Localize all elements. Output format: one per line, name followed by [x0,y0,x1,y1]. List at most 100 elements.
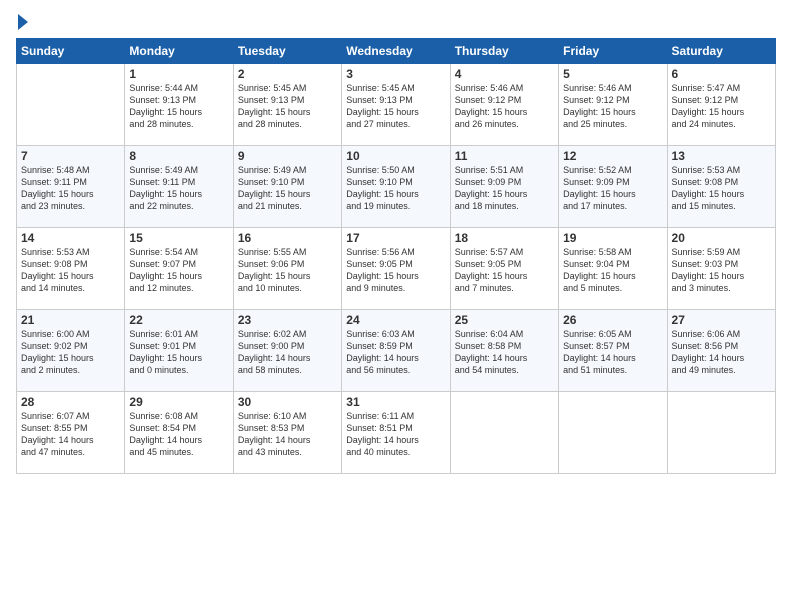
day-number: 21 [21,313,120,327]
day-number: 4 [455,67,554,81]
cell-info: Sunrise: 5:45 AMSunset: 9:13 PMDaylight:… [238,82,337,131]
cell-info: Sunrise: 6:08 AMSunset: 8:54 PMDaylight:… [129,410,228,459]
cell-info: Sunrise: 5:46 AMSunset: 9:12 PMDaylight:… [563,82,662,131]
day-number: 11 [455,149,554,163]
cell-info: Sunrise: 6:03 AMSunset: 8:59 PMDaylight:… [346,328,445,377]
cell-info: Sunrise: 6:07 AMSunset: 8:55 PMDaylight:… [21,410,120,459]
cell-info: Sunrise: 5:54 AMSunset: 9:07 PMDaylight:… [129,246,228,295]
calendar-day-header: Friday [559,39,667,64]
day-number: 26 [563,313,662,327]
calendar-cell: 16Sunrise: 5:55 AMSunset: 9:06 PMDayligh… [233,228,341,310]
cell-info: Sunrise: 5:59 AMSunset: 9:03 PMDaylight:… [672,246,771,295]
calendar-cell [559,392,667,474]
calendar-day-header: Monday [125,39,233,64]
day-number: 9 [238,149,337,163]
cell-info: Sunrise: 6:00 AMSunset: 9:02 PMDaylight:… [21,328,120,377]
day-number: 1 [129,67,228,81]
day-number: 18 [455,231,554,245]
cell-info: Sunrise: 6:04 AMSunset: 8:58 PMDaylight:… [455,328,554,377]
cell-info: Sunrise: 5:57 AMSunset: 9:05 PMDaylight:… [455,246,554,295]
calendar-cell: 15Sunrise: 5:54 AMSunset: 9:07 PMDayligh… [125,228,233,310]
calendar-cell: 11Sunrise: 5:51 AMSunset: 9:09 PMDayligh… [450,146,558,228]
calendar-cell: 3Sunrise: 5:45 AMSunset: 9:13 PMDaylight… [342,64,450,146]
cell-info: Sunrise: 6:06 AMSunset: 8:56 PMDaylight:… [672,328,771,377]
calendar-header-row: SundayMondayTuesdayWednesdayThursdayFrid… [17,39,776,64]
cell-info: Sunrise: 6:11 AMSunset: 8:51 PMDaylight:… [346,410,445,459]
calendar-cell: 31Sunrise: 6:11 AMSunset: 8:51 PMDayligh… [342,392,450,474]
cell-info: Sunrise: 6:10 AMSunset: 8:53 PMDaylight:… [238,410,337,459]
calendar-cell [450,392,558,474]
day-number: 22 [129,313,228,327]
calendar-cell: 7Sunrise: 5:48 AMSunset: 9:11 PMDaylight… [17,146,125,228]
cell-info: Sunrise: 6:02 AMSunset: 9:00 PMDaylight:… [238,328,337,377]
page: SundayMondayTuesdayWednesdayThursdayFrid… [0,0,792,612]
calendar-week-row: 7Sunrise: 5:48 AMSunset: 9:11 PMDaylight… [17,146,776,228]
calendar-cell: 22Sunrise: 6:01 AMSunset: 9:01 PMDayligh… [125,310,233,392]
cell-info: Sunrise: 5:52 AMSunset: 9:09 PMDaylight:… [563,164,662,213]
day-number: 8 [129,149,228,163]
day-number: 28 [21,395,120,409]
day-number: 25 [455,313,554,327]
day-number: 3 [346,67,445,81]
calendar-cell: 21Sunrise: 6:00 AMSunset: 9:02 PMDayligh… [17,310,125,392]
calendar-day-header: Tuesday [233,39,341,64]
calendar-cell: 6Sunrise: 5:47 AMSunset: 9:12 PMDaylight… [667,64,775,146]
logo-arrow-icon [18,14,28,30]
calendar-cell: 12Sunrise: 5:52 AMSunset: 9:09 PMDayligh… [559,146,667,228]
cell-info: Sunrise: 5:58 AMSunset: 9:04 PMDaylight:… [563,246,662,295]
calendar-cell [17,64,125,146]
cell-info: Sunrise: 5:48 AMSunset: 9:11 PMDaylight:… [21,164,120,213]
logo [16,12,28,30]
calendar-cell: 30Sunrise: 6:10 AMSunset: 8:53 PMDayligh… [233,392,341,474]
calendar-cell: 1Sunrise: 5:44 AMSunset: 9:13 PMDaylight… [125,64,233,146]
day-number: 17 [346,231,445,245]
calendar-cell: 2Sunrise: 5:45 AMSunset: 9:13 PMDaylight… [233,64,341,146]
calendar-week-row: 1Sunrise: 5:44 AMSunset: 9:13 PMDaylight… [17,64,776,146]
day-number: 2 [238,67,337,81]
calendar-week-row: 28Sunrise: 6:07 AMSunset: 8:55 PMDayligh… [17,392,776,474]
calendar-cell: 27Sunrise: 6:06 AMSunset: 8:56 PMDayligh… [667,310,775,392]
day-number: 30 [238,395,337,409]
cell-info: Sunrise: 6:05 AMSunset: 8:57 PMDaylight:… [563,328,662,377]
calendar-cell: 4Sunrise: 5:46 AMSunset: 9:12 PMDaylight… [450,64,558,146]
day-number: 24 [346,313,445,327]
calendar-cell: 14Sunrise: 5:53 AMSunset: 9:08 PMDayligh… [17,228,125,310]
calendar-cell: 24Sunrise: 6:03 AMSunset: 8:59 PMDayligh… [342,310,450,392]
calendar-cell: 29Sunrise: 6:08 AMSunset: 8:54 PMDayligh… [125,392,233,474]
calendar-cell [667,392,775,474]
header [16,12,776,30]
day-number: 27 [672,313,771,327]
cell-info: Sunrise: 5:51 AMSunset: 9:09 PMDaylight:… [455,164,554,213]
cell-info: Sunrise: 5:44 AMSunset: 9:13 PMDaylight:… [129,82,228,131]
calendar-day-header: Wednesday [342,39,450,64]
calendar-cell: 25Sunrise: 6:04 AMSunset: 8:58 PMDayligh… [450,310,558,392]
calendar-cell: 5Sunrise: 5:46 AMSunset: 9:12 PMDaylight… [559,64,667,146]
calendar-cell: 28Sunrise: 6:07 AMSunset: 8:55 PMDayligh… [17,392,125,474]
calendar-day-header: Sunday [17,39,125,64]
day-number: 15 [129,231,228,245]
day-number: 20 [672,231,771,245]
cell-info: Sunrise: 5:55 AMSunset: 9:06 PMDaylight:… [238,246,337,295]
cell-info: Sunrise: 5:53 AMSunset: 9:08 PMDaylight:… [672,164,771,213]
cell-info: Sunrise: 5:45 AMSunset: 9:13 PMDaylight:… [346,82,445,131]
cell-info: Sunrise: 5:49 AMSunset: 9:11 PMDaylight:… [129,164,228,213]
calendar-cell: 8Sunrise: 5:49 AMSunset: 9:11 PMDaylight… [125,146,233,228]
calendar-cell: 26Sunrise: 6:05 AMSunset: 8:57 PMDayligh… [559,310,667,392]
calendar-cell: 9Sunrise: 5:49 AMSunset: 9:10 PMDaylight… [233,146,341,228]
calendar-day-header: Saturday [667,39,775,64]
cell-info: Sunrise: 5:47 AMSunset: 9:12 PMDaylight:… [672,82,771,131]
calendar-cell: 18Sunrise: 5:57 AMSunset: 9:05 PMDayligh… [450,228,558,310]
cell-info: Sunrise: 5:53 AMSunset: 9:08 PMDaylight:… [21,246,120,295]
calendar-cell: 17Sunrise: 5:56 AMSunset: 9:05 PMDayligh… [342,228,450,310]
day-number: 6 [672,67,771,81]
day-number: 5 [563,67,662,81]
calendar-cell: 20Sunrise: 5:59 AMSunset: 9:03 PMDayligh… [667,228,775,310]
day-number: 16 [238,231,337,245]
day-number: 13 [672,149,771,163]
calendar-week-row: 21Sunrise: 6:00 AMSunset: 9:02 PMDayligh… [17,310,776,392]
calendar-cell: 13Sunrise: 5:53 AMSunset: 9:08 PMDayligh… [667,146,775,228]
cell-info: Sunrise: 5:56 AMSunset: 9:05 PMDaylight:… [346,246,445,295]
day-number: 19 [563,231,662,245]
day-number: 23 [238,313,337,327]
calendar-cell: 10Sunrise: 5:50 AMSunset: 9:10 PMDayligh… [342,146,450,228]
